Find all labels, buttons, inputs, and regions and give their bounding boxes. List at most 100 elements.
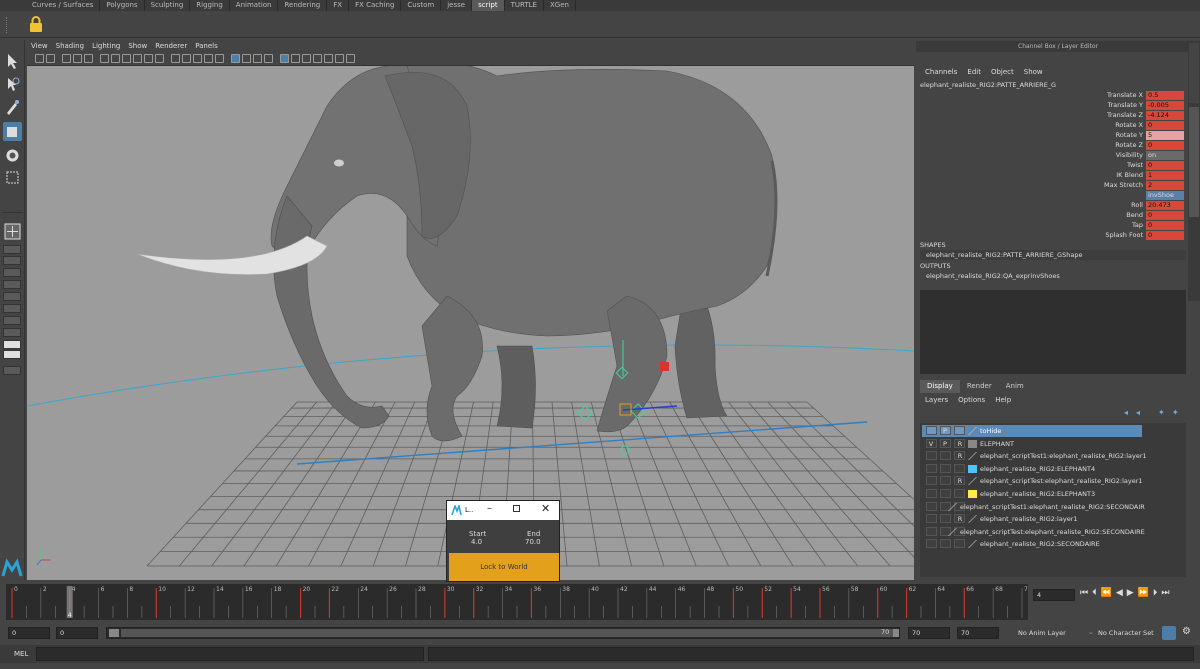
- viewport-menu-shading[interactable]: Shading: [52, 41, 88, 52]
- channel-box-menu-channels[interactable]: Channels: [920, 66, 962, 78]
- gamma-icon[interactable]: [335, 54, 344, 63]
- channel-box-menu-object[interactable]: Object: [986, 66, 1019, 78]
- shelf-tab-rigging[interactable]: Rigging: [190, 0, 230, 11]
- layout-stack-icon[interactable]: [3, 280, 21, 289]
- layer-row[interactable]: elephant_realiste_RIG2:ELEPHANT3: [922, 488, 1142, 500]
- scale-tool-icon[interactable]: [3, 168, 22, 187]
- xray-joints-icon[interactable]: [302, 54, 311, 63]
- layer-p-toggle[interactable]: [940, 539, 951, 549]
- attribute-value[interactable]: 5: [1146, 130, 1184, 140]
- viewport-menu-lighting[interactable]: Lighting: [88, 41, 124, 52]
- lasso-tool-icon[interactable]: [3, 76, 22, 95]
- step-back-icon[interactable]: ⏴: [1092, 588, 1097, 600]
- layout-hypershade-icon[interactable]: [3, 328, 21, 337]
- layout-icon[interactable]: [3, 222, 22, 241]
- attribute-value[interactable]: invShoe: [1146, 190, 1184, 200]
- layer-r-toggle[interactable]: [954, 539, 965, 549]
- channel-box-node-name[interactable]: elephant_realiste_RIG2:PATTE_ARRIERE_G: [920, 80, 1190, 90]
- attribute-row[interactable]: IK Blend 1: [1060, 170, 1187, 180]
- grid-icon[interactable]: [84, 54, 93, 63]
- end-value[interactable]: 70.0: [525, 538, 541, 546]
- layer-v-toggle[interactable]: [926, 426, 937, 435]
- layer-v-toggle[interactable]: [926, 501, 937, 511]
- attribute-row[interactable]: Visibility on: [1060, 150, 1187, 160]
- shelf-tab-sculpting[interactable]: Sculpting: [145, 0, 191, 11]
- anim-layer-chevron-icon[interactable]: ⌄: [1088, 628, 1094, 636]
- layout-outliner-icon[interactable]: [3, 304, 21, 313]
- layer-v-toggle[interactable]: [926, 526, 937, 536]
- attribute-row[interactable]: Translate X 0.5: [1060, 90, 1187, 100]
- attribute-row[interactable]: Rotate X0: [1060, 120, 1187, 130]
- maximize-icon[interactable]: [513, 505, 520, 512]
- attribute-row[interactable]: Twist 0: [1060, 160, 1187, 170]
- lights-icon[interactable]: [204, 54, 213, 63]
- shelf-tab-polygons[interactable]: Polygons: [100, 0, 145, 11]
- channel-box-menu-show[interactable]: Show: [1019, 66, 1048, 78]
- shelf-tab-rendering[interactable]: Rendering: [278, 0, 328, 11]
- backface-icon[interactable]: [313, 54, 322, 63]
- play-forward-icon[interactable]: ▶: [1127, 588, 1134, 600]
- layer-editor-menu-layers[interactable]: Layers: [920, 394, 953, 406]
- layer-editor-menu-options[interactable]: Options: [953, 394, 990, 406]
- go-to-start-icon[interactable]: ⏮: [1080, 588, 1088, 600]
- character-set-dropdown[interactable]: No Character Set: [1098, 629, 1154, 637]
- safe-action-icon[interactable]: [144, 54, 153, 63]
- attribute-value[interactable]: 0: [1146, 160, 1184, 170]
- attribute-value[interactable]: 0: [1146, 220, 1184, 230]
- start-value[interactable]: 4.0: [471, 538, 482, 546]
- layer-name[interactable]: elephant_realiste_RIG2:SECONDAIRE: [980, 538, 1100, 550]
- attribute-value[interactable]: 20.473: [1146, 200, 1184, 210]
- viewport-menu-view[interactable]: View: [27, 41, 52, 52]
- layer-name[interactable]: elephant_realiste_RIG2:layer1: [980, 513, 1078, 525]
- current-frame-field[interactable]: 4: [1033, 589, 1075, 601]
- layer-name[interactable]: elephant_realiste_RIG2:ELEPHANT3: [980, 488, 1095, 500]
- attribute-row[interactable]: Rotate Z0: [1060, 140, 1187, 150]
- playback-end-field[interactable]: 70: [908, 627, 950, 639]
- layout-four-icon[interactable]: [3, 256, 21, 265]
- shelf-tab-curves-surfaces[interactable]: Curves / Surfaces: [26, 0, 101, 11]
- play-back-icon[interactable]: ◀: [1116, 588, 1123, 600]
- range-slider[interactable]: 70: [106, 627, 900, 639]
- range-slider-end-handle[interactable]: [893, 629, 899, 637]
- layout-more-icon[interactable]: [3, 366, 21, 375]
- layer-row[interactable]: V P R ELEPHANT: [922, 438, 1142, 450]
- ao-icon[interactable]: [231, 54, 240, 63]
- anim-layer-dropdown[interactable]: No Anim Layer: [1018, 629, 1066, 637]
- attribute-row[interactable]: invShoe: [1060, 190, 1187, 200]
- layer-r-toggle[interactable]: [954, 426, 965, 435]
- layer-v-toggle[interactable]: [926, 476, 937, 486]
- range-start-field[interactable]: 0: [8, 627, 50, 639]
- paint-select-icon[interactable]: [3, 98, 22, 117]
- rotate-tool-icon[interactable]: [3, 146, 22, 165]
- layer-name[interactable]: toHide: [980, 425, 1001, 437]
- layer-r-toggle[interactable]: [954, 463, 965, 473]
- layer-row[interactable]: elephant_realiste_RIG2:ELEPHANT4: [922, 463, 1142, 475]
- range-end-field[interactable]: 70: [957, 627, 999, 639]
- shadows-icon[interactable]: [215, 54, 224, 63]
- attribute-value[interactable]: 2: [1146, 180, 1184, 190]
- image-plane-icon[interactable]: [73, 54, 82, 63]
- shelf-tab-fx-caching[interactable]: FX Caching: [349, 0, 402, 11]
- playback-start-field[interactable]: 0: [56, 627, 98, 639]
- attribute-row[interactable]: Splash Foot 0: [1060, 230, 1187, 240]
- layer-editor-menu-help[interactable]: Help: [990, 394, 1016, 406]
- time-slider[interactable]: 0 2 4 6 8 10 12 14 16 18 20 22 24 26 28 30 32 34 36 38 40 42 4…: [6, 584, 1032, 620]
- layer-row[interactable]: elephant_realiste_RIG2:SECONDAIRE: [922, 538, 1142, 550]
- aa-icon[interactable]: [253, 54, 262, 63]
- minimize-icon[interactable]: –: [487, 503, 492, 514]
- layer-row[interactable]: elephant_scriptTest:elephant_realiste_RI…: [922, 526, 1145, 538]
- layer-p-toggle[interactable]: [940, 489, 951, 498]
- field-chart-icon[interactable]: [133, 54, 142, 63]
- next-key-icon[interactable]: ⏩: [1138, 588, 1149, 600]
- channel-box-menu-edit[interactable]: Edit: [962, 66, 986, 78]
- attribute-value[interactable]: 0.5: [1146, 90, 1184, 100]
- isolate-icon[interactable]: [280, 54, 289, 63]
- tab-render[interactable]: Render: [960, 380, 999, 393]
- shelf-tab-animation[interactable]: Animation: [230, 0, 279, 11]
- shelf-tab-script[interactable]: script: [472, 0, 505, 11]
- gate-mask-icon[interactable]: [122, 54, 131, 63]
- layer-row[interactable]: Relephant_realiste_RIG2:layer1: [922, 513, 1142, 525]
- layer-row[interactable]: elephant_scriptTest1:elephant_realiste_R…: [922, 501, 1145, 513]
- popup-titlebar[interactable]: L.. – ✕: [447, 501, 559, 520]
- attribute-value[interactable]: 0: [1146, 230, 1184, 240]
